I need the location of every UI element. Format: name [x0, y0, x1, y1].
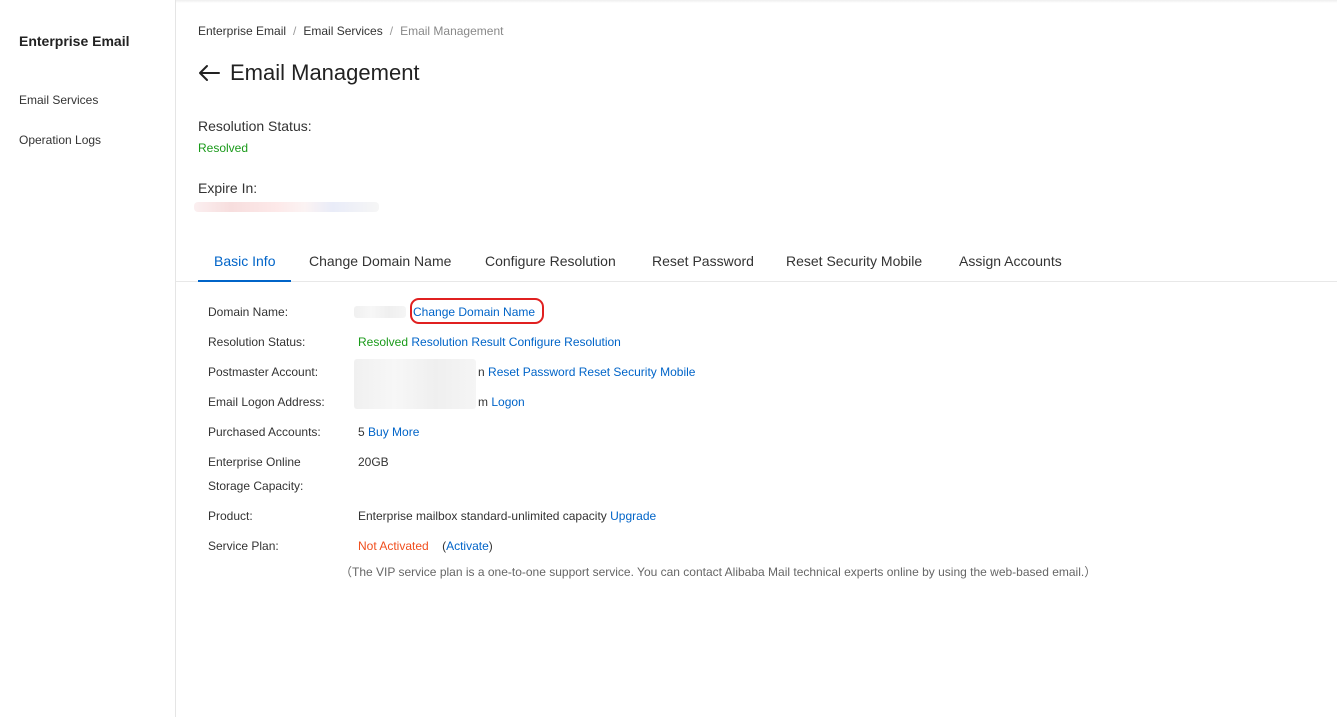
resolution-status-value: Resolved	[198, 141, 249, 155]
sidebar-item-email-services[interactable]: Email Services	[19, 93, 98, 107]
configure-resolution-link[interactable]: Configure Resolution	[509, 335, 621, 349]
logon-link[interactable]: Logon	[491, 395, 524, 409]
storage-value: 20GB	[358, 455, 389, 469]
breadcrumb-current: Email Management	[400, 24, 504, 38]
change-domain-name-link[interactable]: Change Domain Name	[413, 305, 535, 319]
back-arrow-icon[interactable]	[198, 60, 222, 86]
service-plan-status: Not Activated	[358, 539, 429, 553]
resolution-result-link[interactable]: Resolution Result	[411, 335, 505, 349]
title-row: Email Management	[198, 60, 420, 86]
domain-name-label: Domain Name:	[208, 305, 289, 319]
logon-suffix: m	[478, 395, 488, 409]
tab-configure-resolution[interactable]: Configure Resolution	[485, 240, 616, 282]
sidebar-title: Enterprise Email	[19, 33, 130, 49]
service-plan-label: Service Plan:	[208, 539, 279, 553]
resolution-status-row-label: Resolution Status:	[208, 335, 306, 349]
breadcrumb-separator: /	[389, 24, 394, 38]
redacted-domain	[354, 306, 406, 318]
storage-label-line1: Enterprise Online	[208, 455, 301, 469]
breadcrumb-enterprise-email[interactable]: Enterprise Email	[198, 24, 286, 38]
breadcrumb-separator: /	[293, 24, 297, 38]
buy-more-link[interactable]: Buy More	[368, 425, 419, 439]
reset-security-mobile-link[interactable]: Reset Security Mobile	[579, 365, 696, 379]
reset-password-link[interactable]: Reset Password	[488, 365, 575, 379]
tab-assign-accounts[interactable]: Assign Accounts	[959, 240, 1062, 282]
storage-label-line2: Storage Capacity:	[208, 479, 304, 493]
service-plan-note: （The VIP service plan is a one-to-one su…	[340, 565, 1097, 579]
service-plan-row: Not Activated (Activate)	[358, 539, 493, 553]
product-value: Enterprise mailbox standard-unlimited ca…	[358, 509, 607, 523]
postmaster-suffix: n	[478, 365, 485, 379]
email-logon-row: m Logon	[478, 395, 525, 409]
tab-reset-security-mobile[interactable]: Reset Security Mobile	[786, 240, 922, 282]
redacted-account	[354, 359, 476, 409]
sidebar: Enterprise Email Email Services Operatio…	[0, 0, 176, 717]
breadcrumb: Enterprise Email / Email Services / Email Ma…	[198, 24, 503, 38]
resolution-status-row: Resolved Resolution Result Configure Res…	[358, 335, 621, 349]
breadcrumb-email-services[interactable]: Email Services	[303, 24, 382, 38]
main-content: Enterprise Email / Email Services / Email Ma…	[176, 0, 1337, 717]
sidebar-item-operation-logs[interactable]: Operation Logs	[19, 133, 101, 147]
postmaster-account-row: n Reset Password Reset Security Mobile	[478, 365, 695, 379]
activate-link[interactable]: Activate	[446, 539, 489, 553]
redacted-expire-date	[194, 202, 379, 212]
email-logon-address-label: Email Logon Address:	[208, 395, 325, 409]
product-label: Product:	[208, 509, 253, 523]
tab-reset-password[interactable]: Reset Password	[652, 240, 754, 282]
resolution-status-label: Resolution Status:	[198, 118, 312, 134]
tab-basic-info[interactable]: Basic Info	[198, 240, 292, 282]
postmaster-account-label: Postmaster Account:	[208, 365, 319, 379]
purchased-accounts-value: 5	[358, 425, 365, 439]
resolution-status-row-value: Resolved	[358, 335, 409, 349]
upgrade-link[interactable]: Upgrade	[610, 509, 656, 523]
expire-label: Expire In:	[198, 180, 258, 196]
tab-bar: Basic Info Change Domain Name Configure …	[176, 240, 1337, 282]
product-row: Enterprise mailbox standard-unlimited ca…	[358, 509, 656, 523]
purchased-accounts-label: Purchased Accounts:	[208, 425, 321, 439]
page-title: Email Management	[230, 60, 420, 85]
purchased-accounts-row: 5 Buy More	[358, 425, 419, 439]
close-paren: )	[488, 539, 493, 553]
tab-change-domain-name[interactable]: Change Domain Name	[309, 240, 451, 282]
